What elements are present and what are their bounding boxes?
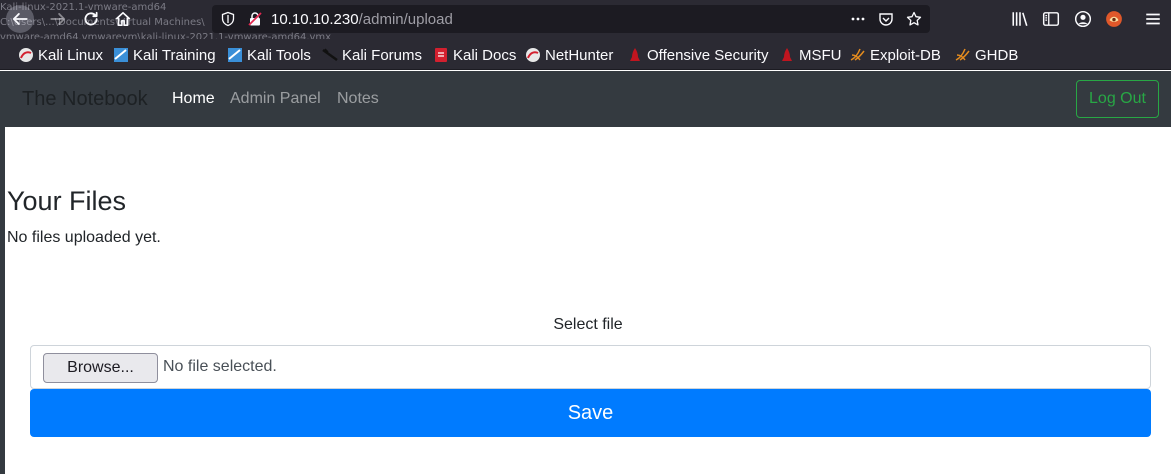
address-bar[interactable]: 10.10.10.230/admin/upload (212, 5, 930, 33)
bookmark-label: Kali Tools (247, 46, 311, 64)
browse-button[interactable]: Browse... (43, 353, 158, 383)
account-icon[interactable] (1074, 10, 1092, 28)
url-path: /admin/upload (358, 11, 453, 28)
bookmark-label: Kali Training (133, 46, 216, 64)
kali-linux-icon (18, 47, 34, 63)
bookmark-label: Kali Docs (453, 46, 517, 64)
page-content: The Notebook Home Admin Panel Notes Log … (0, 71, 1171, 474)
site-navbar: The Notebook Home Admin Panel Notes Log … (5, 71, 1171, 127)
bookmark-label: Kali Forums (342, 46, 423, 64)
bookmark-nethunter[interactable]: NetHunter (525, 46, 613, 64)
save-button[interactable]: Save (30, 389, 1151, 437)
insecure-lock-icon[interactable] (247, 11, 263, 27)
bookmark-label: Kali Linux (38, 46, 104, 64)
empty-files-message: No files uploaded yet. (7, 229, 161, 246)
nav-home-link[interactable]: Home (172, 90, 215, 108)
bookmark-label: GHDB (975, 46, 1019, 64)
bookmark-label: MSFU (799, 46, 842, 64)
pocket-icon[interactable] (878, 11, 894, 27)
bookmark-kali-training[interactable]: Kali Training (113, 46, 216, 64)
select-file-label: Select file (553, 316, 623, 333)
nav-admin-panel-link[interactable]: Admin Panel (230, 90, 321, 108)
bookmark-kali-docs[interactable]: Kali Docs (433, 46, 516, 64)
bookmark-msfu[interactable]: MSFU (779, 46, 842, 64)
msfu-icon (779, 47, 795, 63)
exploit-db-icon (850, 47, 866, 63)
kali-tools-icon (227, 47, 243, 63)
bookmark-label: NetHunter (545, 46, 614, 64)
page-actions-icon[interactable] (850, 11, 866, 27)
kali-docs-icon (433, 47, 449, 63)
bookmark-label: Exploit-DB (870, 46, 941, 64)
bookmark-kali-linux[interactable]: Kali Linux (18, 46, 103, 64)
bookmark-exploit-db[interactable]: Exploit-DB (850, 46, 941, 64)
nav-notes-link[interactable]: Notes (337, 90, 379, 108)
url-host: 10.10.10.230 (271, 11, 359, 28)
kali-training-icon (113, 47, 129, 63)
ghdb-icon (955, 47, 971, 63)
kali-forums-icon (322, 47, 338, 63)
url-text[interactable]: 10.10.10.230/admin/upload (271, 11, 453, 28)
bookmark-kali-tools[interactable]: Kali Tools (227, 46, 311, 64)
bookmark-ghdb[interactable]: GHDB (955, 46, 1018, 64)
bookmark-kali-forums[interactable]: Kali Forums (322, 46, 422, 64)
sidebar-icon[interactable] (1042, 10, 1060, 28)
extension-icon[interactable] (1105, 10, 1123, 28)
shield-icon[interactable] (220, 11, 236, 27)
nethunter-icon (525, 47, 541, 63)
file-selection-status: No file selected. (163, 358, 277, 375)
bookmark-offensive-security[interactable]: Offensive Security (627, 46, 768, 64)
menu-icon[interactable] (1144, 10, 1162, 28)
site-brand[interactable]: The Notebook (22, 88, 148, 111)
bookmark-label: Offensive Security (647, 46, 769, 64)
tooltip-ghost-line-1: Kali-linux-2021.1-vmware-amd64 (0, 2, 167, 13)
tooltip-ghost-line-2: C:\Users\...\Documents\Virtual Machines\ (0, 17, 205, 28)
logout-button[interactable]: Log Out (1076, 80, 1159, 118)
offensive-security-icon (627, 47, 643, 63)
page-title: Your Files (7, 186, 127, 216)
file-upload-field[interactable]: Browse... No file selected. (30, 345, 1151, 389)
library-icon[interactable] (1011, 10, 1029, 28)
bookmark-star-icon[interactable] (906, 11, 922, 27)
